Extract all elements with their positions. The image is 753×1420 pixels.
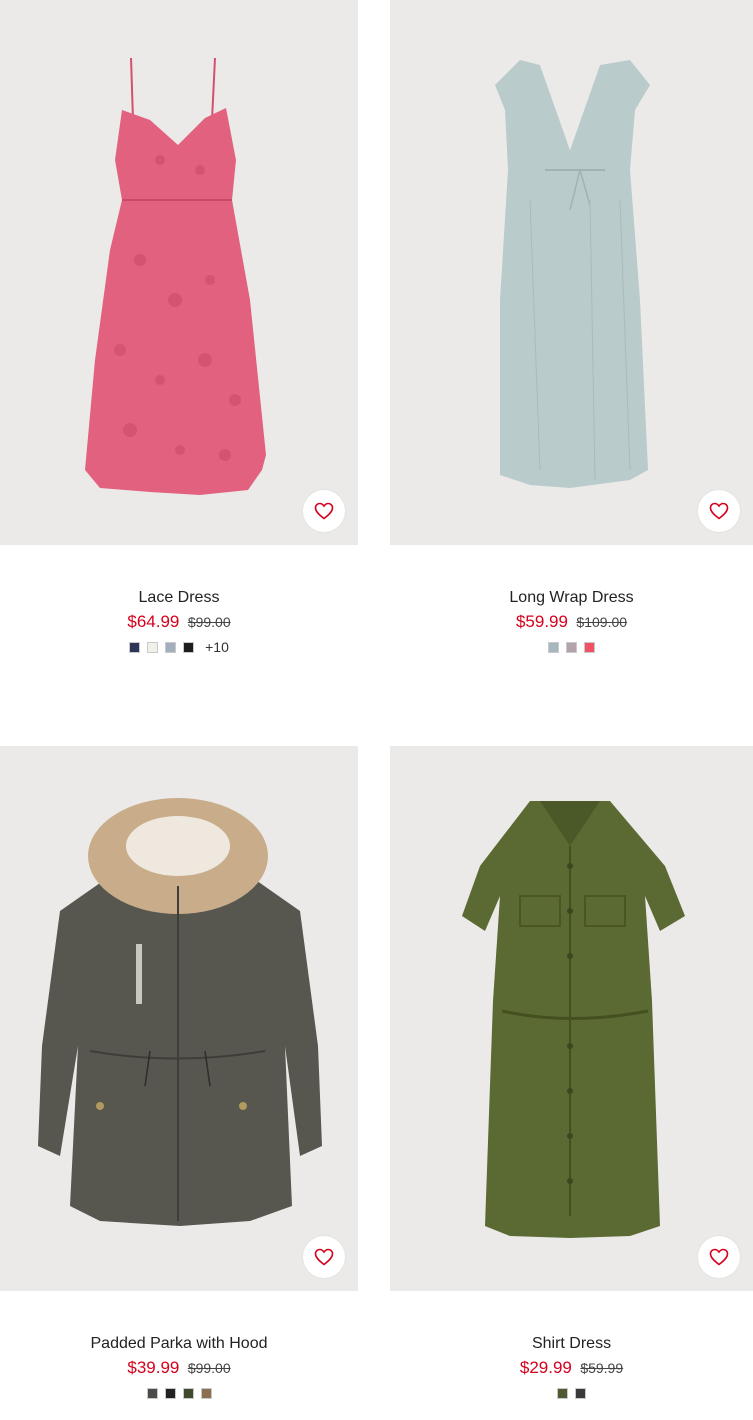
wrap-dress-image — [495, 60, 650, 488]
product-card[interactable]: Shirt Dress $29.99 $59.99 — [390, 746, 753, 1400]
product-info: Long Wrap Dress $59.99 $109.00 — [390, 545, 753, 654]
heart-icon — [709, 502, 729, 520]
product-info: Padded Parka with Hood $39.99 $99.00 — [0, 1291, 358, 1400]
color-swatch[interactable] — [164, 1387, 176, 1399]
color-swatch[interactable] — [129, 641, 141, 653]
product-grid: Lace Dress $64.99 $99.00 +10 Long Wrap D… — [0, 0, 753, 1420]
product-card[interactable]: Lace Dress $64.99 $99.00 +10 — [0, 0, 358, 655]
original-price: $99.00 — [187, 1360, 231, 1376]
color-swatch[interactable] — [584, 641, 595, 653]
price-row: $59.99 $109.00 — [390, 613, 753, 632]
color-swatches — [390, 640, 753, 654]
original-price: $59.99 — [580, 1360, 624, 1376]
price-row: $29.99 $59.99 — [390, 1359, 753, 1378]
product-image[interactable] — [390, 746, 753, 1291]
product-image[interactable] — [390, 0, 753, 545]
color-swatches — [390, 1386, 753, 1400]
color-swatch[interactable] — [557, 1387, 568, 1399]
favorite-button[interactable] — [303, 1236, 345, 1278]
sale-price: $29.99 — [519, 1358, 572, 1377]
original-price: $109.00 — [576, 614, 628, 630]
sale-price: $39.99 — [127, 1358, 180, 1377]
color-swatch[interactable] — [182, 1387, 194, 1399]
favorite-button[interactable] — [303, 490, 345, 532]
product-image[interactable] — [0, 0, 358, 545]
product-info: Shirt Dress $29.99 $59.99 — [390, 1291, 753, 1400]
product-name[interactable]: Padded Parka with Hood — [0, 1335, 358, 1353]
product-name[interactable]: Shirt Dress — [390, 1335, 753, 1353]
original-price: $99.00 — [187, 614, 231, 630]
color-swatch[interactable] — [575, 1387, 586, 1399]
lace-dress-image — [85, 57, 266, 495]
color-swatch[interactable] — [147, 641, 159, 653]
heart-icon — [709, 1248, 729, 1266]
heart-icon — [314, 1248, 334, 1266]
product-name[interactable]: Lace Dress — [0, 589, 358, 607]
color-swatch[interactable] — [200, 1387, 212, 1399]
favorite-button[interactable] — [698, 490, 740, 532]
heart-icon — [314, 502, 334, 520]
color-swatch[interactable] — [566, 641, 577, 653]
shirt-dress-image — [462, 801, 685, 1238]
price-row: $64.99 $99.00 — [0, 613, 358, 632]
favorite-button[interactable] — [698, 1236, 740, 1278]
product-card[interactable]: Padded Parka with Hood $39.99 $99.00 — [0, 746, 358, 1400]
product-image[interactable] — [0, 746, 358, 1291]
product-info: Lace Dress $64.99 $99.00 +10 — [0, 545, 358, 655]
price-row: $39.99 $99.00 — [0, 1359, 358, 1378]
sale-price: $64.99 — [127, 612, 180, 631]
product-card[interactable]: Long Wrap Dress $59.99 $109.00 — [390, 0, 753, 654]
color-swatch[interactable] — [548, 641, 559, 653]
parka-image — [38, 798, 322, 1226]
sale-price: $59.99 — [515, 612, 568, 631]
color-swatches — [0, 1386, 358, 1400]
color-swatch[interactable] — [165, 641, 177, 653]
product-name[interactable]: Long Wrap Dress — [390, 589, 753, 607]
color-swatch[interactable] — [183, 641, 195, 653]
color-swatch[interactable] — [146, 1387, 158, 1399]
color-swatches: +10 — [0, 639, 358, 655]
more-colors-count[interactable]: +10 — [205, 639, 229, 655]
